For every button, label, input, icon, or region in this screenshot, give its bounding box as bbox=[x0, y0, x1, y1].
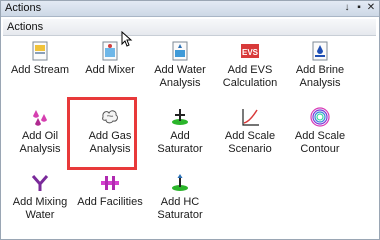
panel-titlebar: Actions ↓ ▪ ✕ bbox=[1, 1, 379, 17]
actions-panel: Actions ↓ ▪ ✕ Actions Add Stream Add Mix… bbox=[0, 0, 380, 240]
oil-analysis-icon bbox=[33, 110, 47, 126]
mixer-icon bbox=[102, 41, 118, 61]
actions-header-label: Actions bbox=[7, 21, 44, 33]
dock-icon[interactable]: ▪ bbox=[353, 2, 365, 14]
add-saturator-label-2: Saturator bbox=[157, 143, 203, 155]
add-facilities-button[interactable]: Add Facilities bbox=[75, 173, 145, 231]
add-mixing-water-label-2: Water bbox=[25, 209, 55, 221]
add-water-analysis-label-2: Analysis bbox=[159, 77, 201, 89]
add-facilities-label: Add Facilities bbox=[77, 196, 143, 208]
scale-contour-icon bbox=[310, 107, 330, 127]
actions-grid: Add Stream Add Mixer Add Water Analysis E… bbox=[5, 41, 375, 237]
add-mixing-water-label: Add Mixing bbox=[12, 196, 68, 208]
add-evs-calculation-button[interactable]: EVS Add EVS Calculation bbox=[215, 41, 285, 99]
hc-saturator-icon bbox=[172, 174, 188, 191]
add-brine-analysis-label-2: Analysis bbox=[299, 77, 341, 89]
close-icon[interactable]: ✕ bbox=[365, 2, 377, 14]
add-stream-button[interactable]: Add Stream bbox=[5, 41, 75, 99]
add-scale-contour-button[interactable]: Add Scale Contour bbox=[285, 107, 355, 165]
add-mixing-water-button[interactable]: Add Mixing Water bbox=[5, 173, 75, 231]
add-scale-scenario-label: Add Scale bbox=[224, 130, 276, 142]
add-mixer-button[interactable]: Add Mixer bbox=[75, 41, 145, 99]
add-water-analysis-label: Add Water bbox=[154, 64, 206, 76]
pin-icon[interactable]: ↓ bbox=[341, 2, 353, 14]
add-oil-analysis-label: Add Oil bbox=[21, 130, 59, 142]
add-oil-analysis-button[interactable]: Add Oil Analysis bbox=[5, 107, 75, 165]
gas-analysis-highlight-box bbox=[67, 97, 137, 170]
add-scale-contour-label: Add Scale bbox=[294, 130, 346, 142]
water-analysis-icon bbox=[172, 41, 188, 61]
stream-icon bbox=[32, 41, 48, 61]
evs-icon: EVS bbox=[241, 44, 259, 58]
add-oil-analysis-label-2: Analysis bbox=[19, 143, 61, 155]
add-brine-analysis-label: Add Brine bbox=[295, 64, 345, 76]
add-stream-label: Add Stream bbox=[10, 64, 70, 76]
actions-header: Actions bbox=[3, 19, 376, 36]
add-scale-scenario-button[interactable]: Add Scale Scenario bbox=[215, 107, 285, 165]
svg-text:EVS: EVS bbox=[242, 48, 259, 57]
add-brine-analysis-button[interactable]: Add Brine Analysis bbox=[285, 41, 355, 99]
mixing-water-icon bbox=[31, 175, 49, 191]
add-saturator-label: Add bbox=[170, 130, 190, 142]
add-saturator-button[interactable]: Add Saturator bbox=[145, 107, 215, 165]
saturator-icon bbox=[172, 109, 188, 125]
scale-scenario-icon bbox=[242, 109, 259, 126]
add-evs-label-2: Calculation bbox=[222, 77, 278, 89]
panel-title: Actions bbox=[5, 2, 42, 14]
add-scale-scenario-label-2: Scenario bbox=[228, 143, 272, 155]
add-evs-label: Add EVS bbox=[227, 64, 273, 76]
add-hc-saturator-label: Add HC bbox=[160, 196, 200, 208]
add-water-analysis-button[interactable]: Add Water Analysis bbox=[145, 41, 215, 99]
add-mixer-label: Add Mixer bbox=[85, 64, 135, 76]
facilities-icon bbox=[101, 176, 119, 190]
add-hc-saturator-button[interactable]: Add HC Saturator bbox=[145, 173, 215, 231]
add-hc-saturator-label-2: Saturator bbox=[157, 209, 203, 221]
brine-analysis-icon bbox=[312, 41, 328, 61]
add-scale-contour-label-2: Contour bbox=[300, 143, 340, 155]
